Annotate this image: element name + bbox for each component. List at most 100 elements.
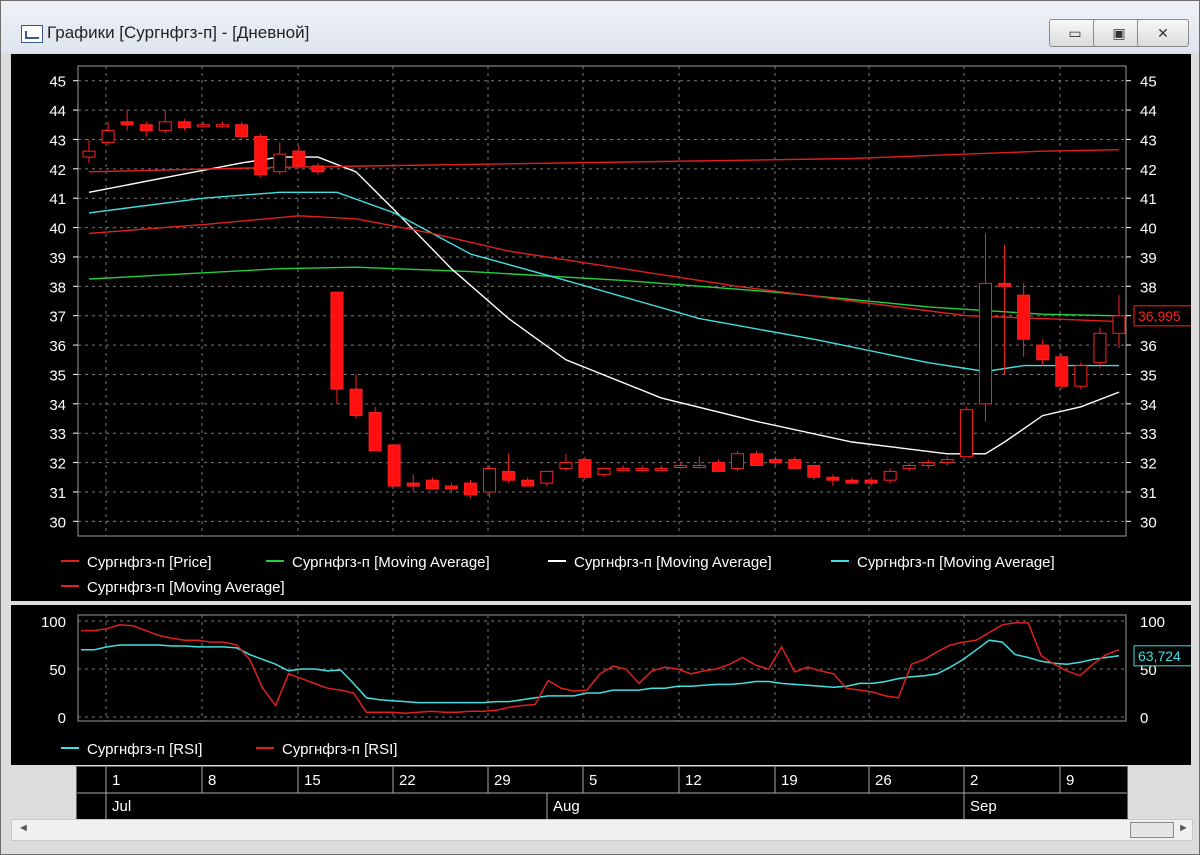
rsi-y-tick-right: 0 [1140,710,1148,727]
price-y-tick-left: 31 [49,485,66,502]
price-y-tick-left: 30 [49,514,66,531]
day-label: 2 [970,772,978,789]
price-y-tick-right: 42 [1140,162,1157,179]
candle-body [216,124,230,128]
horizontal-scrollbar[interactable]: ◄ ► [11,819,1193,841]
candle-body [521,479,535,487]
price-y-tick-right: 40 [1140,221,1157,238]
day-label: 22 [399,772,416,789]
candle-body [597,467,611,475]
title-bar[interactable]: Графики [Сургнфгз-п] - [Дневной] ▭ ▣ ✕ [1,1,1199,53]
price-y-tick-left: 44 [49,103,66,120]
day-label: 12 [685,772,702,789]
day-label: 8 [208,772,216,789]
candle-body [139,124,153,132]
day-label: 19 [781,772,798,789]
rsi-legend-label: Сургнфгз-п [RSI] [282,741,397,758]
month-label: Jul [112,798,131,815]
rsi-panel[interactable]: 0 0 50 50 100 100 63,724 Сургнфгз-п [RSI] Сургнф… [11,605,1193,765]
price-y-tick-left: 40 [49,221,66,238]
candle-body [177,121,191,129]
candle-body [483,467,497,493]
month-label: Aug [553,798,580,815]
price-y-tick-left: 41 [49,191,66,208]
rsi-y-tick-left: 0 [58,710,66,727]
candle-body [444,485,458,490]
day-label: 29 [494,772,511,789]
candle-body [616,467,630,471]
close-button[interactable]: ✕ [1137,19,1189,47]
candle-body [635,467,649,471]
candle-body [902,465,916,469]
price-y-tick-left: 38 [49,279,66,296]
price-y-tick-right: 39 [1140,250,1157,267]
candle-body [711,462,725,472]
scroll-left-icon[interactable]: ◄ [18,822,29,834]
chart-app-icon [21,25,43,43]
candle-body [940,459,954,464]
price-chart: 3030313132323333343435353636373738383939… [49,65,1193,596]
candle-body [921,462,935,466]
chart-window: Графики [Сургнфгз-п] - [Дневной] ▭ ▣ ✕ 3… [0,0,1200,855]
candle-body [540,470,554,484]
day-label: 15 [304,772,321,789]
candle-body [463,482,477,496]
price-y-tick-right: 30 [1140,514,1157,531]
candle-body [998,282,1012,287]
rsi-line-2 [81,622,1120,714]
candle-body [654,467,668,471]
rsi-plot-border [77,614,1127,722]
candle-body [769,459,783,464]
candle-body [750,453,764,466]
price-y-tick-right: 43 [1140,132,1157,149]
rsi-legend-label: Сургнфгз-п [RSI] [87,741,202,758]
price-y-tick-left: 42 [49,162,66,179]
candle-body [235,124,249,137]
day-label: 1 [112,772,120,789]
candle-body [349,388,363,417]
last-rsi-label: 63,724 [1138,648,1181,664]
legend-label: Сургнфгз-п [Moving Average] [857,554,1055,571]
candle-body [254,136,268,176]
scroll-right-icon[interactable]: ► [1178,822,1189,834]
month-label: Sep [970,798,997,815]
scrollbar-thumb[interactable] [1130,822,1174,838]
price-y-tick-left: 34 [49,397,66,414]
candle-body [883,470,897,481]
candle-body [502,470,516,481]
candle-body [1055,356,1069,387]
candle-body [425,479,439,490]
rsi-chart: 0 050 50100 10063,724Сургнфгз-п [RSI] Сургнф… [41,614,1193,758]
price-y-tick-left: 35 [49,367,66,384]
rsi-y-tick-left: 100 [41,614,66,631]
candle-body [387,444,401,487]
day-label: 5 [589,772,597,789]
candle-body [101,130,115,143]
legend-label: Сургнфгз-п [Moving Average] [292,554,490,571]
legend-label: Сургнфгз-п [Price] [87,554,212,571]
price-y-tick-left: 32 [49,456,66,473]
candle-body [1036,344,1050,361]
candle-body [1017,294,1031,340]
candle-body [673,465,687,468]
candle-body [826,476,840,481]
candle-body [978,282,992,405]
price-y-tick-left: 37 [49,309,66,326]
legend-label: Сургнфгз-п [Moving Average] [87,579,285,596]
candle-body [731,453,745,469]
price-y-tick-right: 32 [1140,456,1157,473]
candle-body [368,412,382,452]
price-y-tick-right: 33 [1140,426,1157,443]
candle-body [788,459,802,469]
date-axis: 1 8 15 22 29 5 12 19 26 2 9 Jul Aug Sep [76,766,1128,820]
candle-body [692,465,706,468]
candle-body [1093,332,1107,364]
price-y-tick-right: 44 [1140,103,1157,120]
day-label: 26 [875,772,892,789]
window-title: Графики [Сургнфгз-п] - [Дневной] [47,23,310,42]
price-y-tick-left: 45 [49,74,66,91]
price-y-tick-right: 36 [1140,338,1157,355]
price-panel[interactable]: 3030313132323333343435353636373738383939… [11,54,1193,601]
candle-body [578,459,592,478]
candle-body [845,479,859,484]
